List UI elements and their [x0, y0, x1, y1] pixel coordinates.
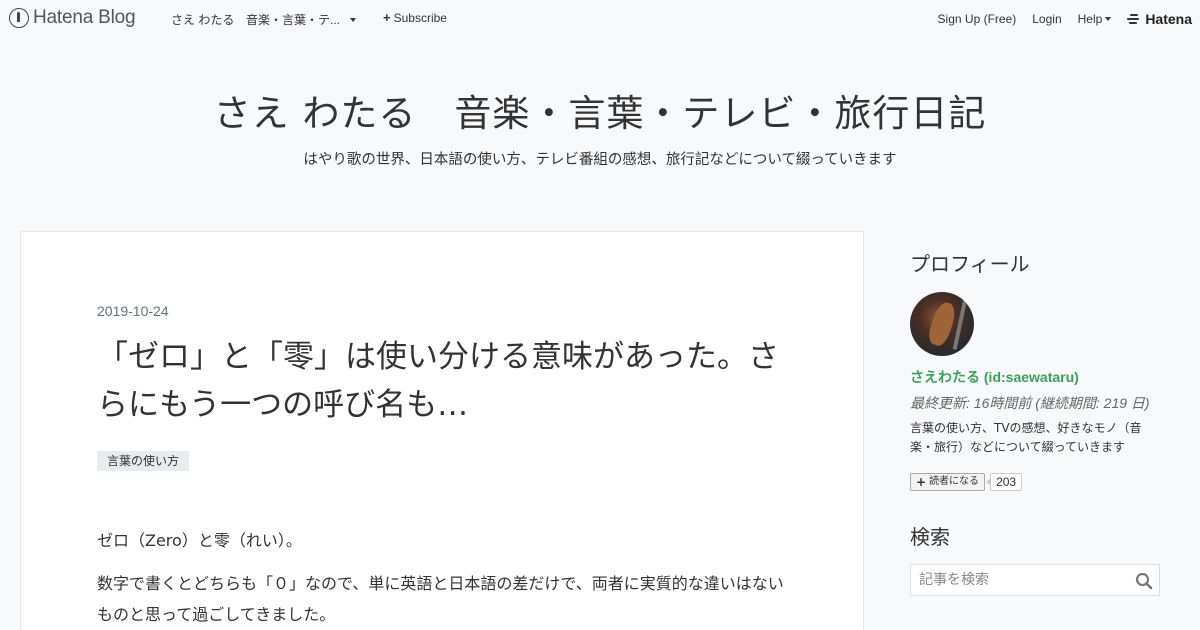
article-body: ゼロ（Zero）と零（れい）。 数字で書くとどちらも「０」なので、単に英語と日本… — [97, 525, 797, 630]
profile-description: 言葉の使い方、TVの感想、好きなモノ（音楽・旅行）などについて綴っていきます — [910, 421, 1142, 454]
caret-down-icon — [1105, 17, 1112, 21]
brand-text: Hatena — [1145, 11, 1192, 27]
blog-menu-label: 音楽・言葉・テ... — [246, 13, 341, 27]
subscribe-label: Subscribe — [393, 11, 447, 25]
help-menu[interactable]: Help — [1078, 12, 1112, 26]
search-module: 検索 — [910, 523, 1160, 596]
reader-subscribe: + 読者になる 203 — [910, 473, 1160, 491]
profile-name-link[interactable]: さえわたる (id:saewataru) — [910, 367, 1160, 387]
article-title[interactable]: 「ゼロ」と「零」は使い分ける意味があった。さらにもう一つの呼び名も… — [97, 333, 797, 429]
login-link[interactable]: Login — [1032, 12, 1061, 26]
global-nav: Sign Up (Free) Login Help Hatena — [922, 11, 1192, 27]
category-tag[interactable]: 言葉の使い方 — [97, 451, 190, 471]
help-label: Help — [1077, 12, 1103, 26]
blog-title[interactable]: さえ わたる 音楽・言葉・テレビ・旅行日記 — [214, 86, 987, 142]
article-entry: 2019-10-24 「ゼロ」と「零」は使い分ける意味があった。さらにもう一つの… — [20, 231, 864, 630]
hatena-brand-icon — [1127, 14, 1141, 24]
blog-menu-dropdown[interactable]: 音楽・言葉・テ... — [246, 11, 357, 28]
blog-header: さえ わたる 音楽・言葉・テレビ・旅行日記 はやり歌の世界、日本語の使い方、テレ… — [0, 86, 1200, 170]
profile-last-updated: 最終更新: 16時間前 (継続期間: 219 日) — [910, 395, 1150, 411]
hatena-blog-logo-icon — [9, 8, 29, 28]
search-icon[interactable] — [1135, 572, 1153, 590]
search-input[interactable] — [911, 565, 1159, 595]
blog-title-link[interactable]: さえ わたる — [171, 11, 234, 28]
profile-heading: プロフィール — [910, 252, 1030, 276]
article-paragraph: ゼロ（Zero）と零（れい）。 — [97, 531, 302, 550]
search-heading: 検索 — [910, 525, 950, 549]
hatena-brand-link[interactable]: Hatena — [1127, 11, 1192, 27]
become-reader-label: 読者になる — [929, 476, 980, 487]
caret-down-icon — [350, 17, 357, 22]
plus-icon: + — [383, 10, 391, 25]
avatar[interactable] — [910, 292, 974, 356]
become-reader-button[interactable]: + 読者になる — [910, 473, 986, 491]
subscribe-button[interactable]: + Subscribe — [383, 11, 447, 25]
article-date[interactable]: 2019-10-24 — [97, 303, 169, 319]
article-paragraph: 数字で書くとどちらも「０」なので、単に英語と日本語の差だけで、両者に実質的な違い… — [97, 574, 784, 624]
subscriber-count: 203 — [986, 473, 1023, 491]
blog-description: はやり歌の世界、日本語の使い方、テレビ番組の感想、旅行記などについて綴っていきま… — [303, 152, 897, 168]
logo-text: Hatena Blog — [33, 7, 136, 28]
search-form — [910, 564, 1160, 596]
hatena-blog-logo[interactable]: Hatena Blog — [9, 7, 136, 29]
signup-link[interactable]: Sign Up (Free) — [938, 12, 1017, 26]
profile-module: プロフィール さえわたる (id:saewataru) 最終更新: 16時間前 … — [910, 250, 1160, 491]
sidebar: プロフィール さえわたる (id:saewataru) 最終更新: 16時間前 … — [910, 250, 1160, 596]
global-header: Hatena Blog さえ わたる 音楽・言葉・テ... + Subscrib… — [0, 0, 1200, 36]
plus-icon: + — [916, 475, 927, 489]
